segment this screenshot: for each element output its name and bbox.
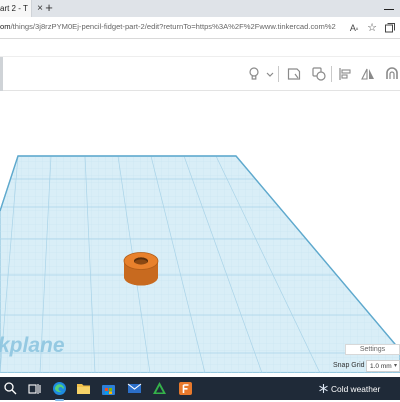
weather-icon[interactable] [318,383,329,394]
mirror-icon[interactable] [360,66,376,82]
cruise-icon[interactable] [384,66,400,82]
minimize-window-button[interactable] [378,0,400,17]
browser-tab-strip: art 2 - T × + [0,0,400,17]
store-icon[interactable] [100,380,117,397]
snap-grid-label: Snap Grid [333,362,365,369]
toolbar-divider [278,66,279,82]
new-tab-button[interactable]: + [42,0,56,17]
editor-toolbar [0,57,400,91]
settings-button[interactable]: Settings [345,344,400,355]
url-path: /things/3j8rzPYM0Ej-pencil-fidget-part-2… [10,22,336,31]
url-host: om [0,22,11,31]
app-triangle-icon[interactable] [151,380,168,397]
toolbar-edge [0,57,3,91]
collections-icon[interactable] [384,22,396,34]
favorite-icon[interactable]: ☆ [366,22,378,34]
design-viewport[interactable]: kplane [0,91,400,373]
browser-tab[interactable]: art 2 - T [0,0,32,17]
align-icon[interactable] [337,66,353,82]
snap-grid-select[interactable]: 1.0 mm [366,360,400,372]
light-bulb-icon[interactable] [246,66,262,82]
file-explorer-icon[interactable] [75,380,92,397]
favorites-bar [0,39,400,57]
app-f-icon[interactable] [177,380,194,397]
note-icon[interactable] [286,66,302,82]
group-icon[interactable] [311,66,327,82]
read-aloud-icon[interactable]: Aᴬ [348,22,360,34]
taskbar: Cold weather [0,377,400,401]
edge-browser-icon[interactable] [51,380,68,401]
weather-text[interactable]: Cold weather [331,384,380,394]
chevron-down-icon[interactable] [262,66,278,82]
tab-title: art 2 - T [0,4,28,13]
task-view-icon[interactable] [26,380,43,397]
ring-object[interactable] [123,252,159,286]
address-bar[interactable]: om/things/3j8rzPYM0Ej-pencil-fidget-part… [0,17,400,39]
url-text[interactable]: om/things/3j8rzPYM0Ej-pencil-fidget-part… [0,22,336,35]
workplane-label: kplane [0,334,65,357]
toolbar-divider [331,66,332,82]
search-icon[interactable] [2,380,19,397]
snap-grid-value: 1.0 mm [370,363,392,370]
mail-icon[interactable] [126,380,143,397]
